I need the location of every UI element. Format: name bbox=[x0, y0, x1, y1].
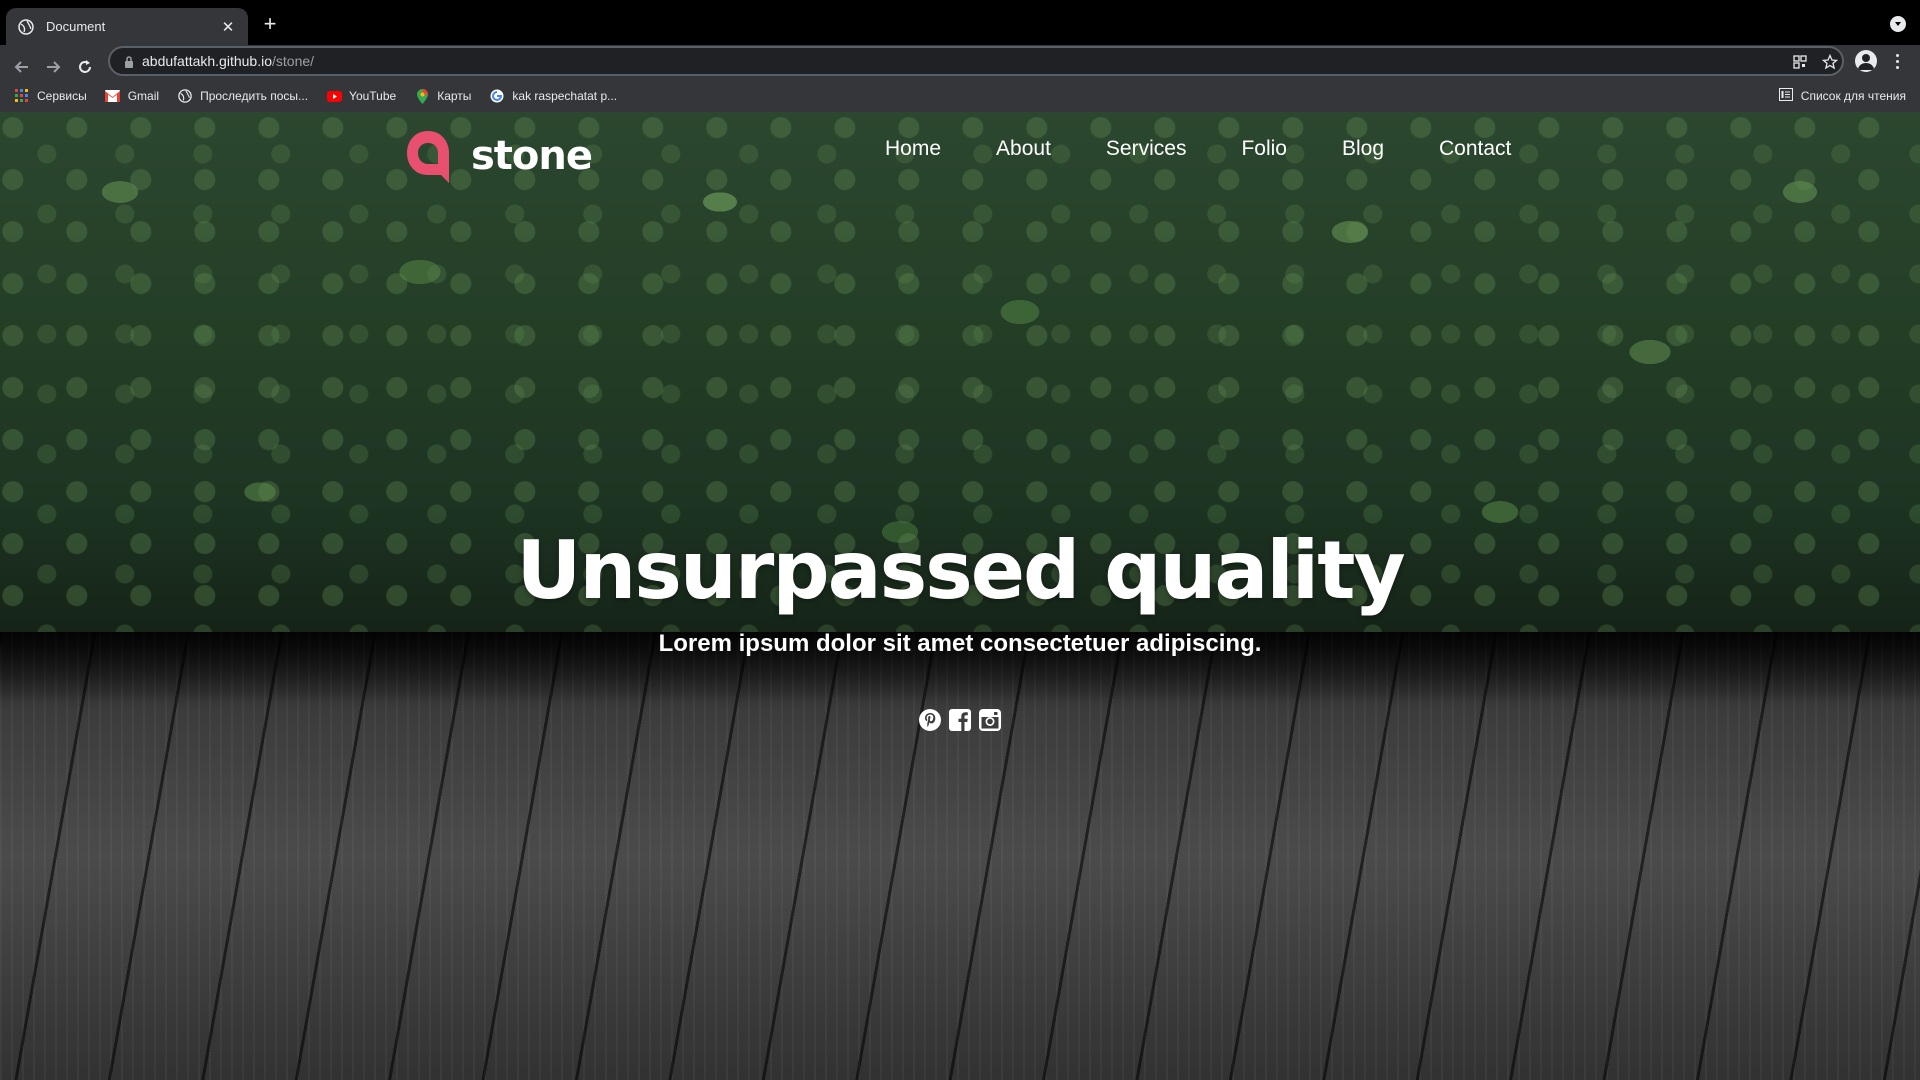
gmail-icon bbox=[105, 88, 121, 104]
reading-list-button[interactable]: Список для чтения bbox=[1778, 80, 1906, 112]
bookmark-services[interactable]: Сервисы bbox=[14, 88, 87, 104]
bookmark-label: Gmail bbox=[127, 89, 160, 103]
reading-list-label: Список для чтения bbox=[1800, 89, 1906, 103]
bookmark-star-icon[interactable] bbox=[1821, 53, 1839, 70]
bookmark-tracking[interactable]: Проследить посы... bbox=[177, 88, 308, 104]
nav-folio[interactable]: Folio bbox=[1241, 137, 1287, 161]
hero-subline: Lorem ipsum dolor sit amet consectetuer … bbox=[658, 630, 1262, 657]
logo-mark-icon bbox=[407, 131, 449, 183]
globe-icon bbox=[177, 88, 193, 104]
reload-icon bbox=[79, 60, 91, 73]
instagram-icon[interactable] bbox=[978, 708, 1002, 732]
new-tab-button[interactable]: + bbox=[258, 12, 282, 36]
site-logo[interactable]: stone bbox=[403, 127, 593, 185]
pinterest-icon[interactable] bbox=[918, 708, 942, 732]
social-links bbox=[918, 708, 1002, 732]
tab-title: Document bbox=[46, 19, 106, 34]
main-nav: Home About Services Folio Blog Contact bbox=[885, 137, 1511, 161]
profile-avatar-icon[interactable] bbox=[1855, 50, 1877, 72]
address-text: abdufattakh.github.io/stone/ bbox=[142, 53, 315, 69]
bookmark-label: kak raspechatat p... bbox=[512, 89, 618, 103]
nav-services[interactable]: Services bbox=[1106, 137, 1187, 161]
tab-strip: Document ✕ + bbox=[0, 0, 1920, 45]
bookmark-gmail[interactable]: Gmail bbox=[105, 88, 159, 104]
tab-search-button[interactable] bbox=[1890, 16, 1906, 32]
qr-code-icon[interactable] bbox=[1792, 54, 1808, 70]
back-arrow-icon bbox=[14, 61, 28, 73]
nav-home[interactable]: Home bbox=[885, 137, 941, 161]
reading-list-icon bbox=[1778, 88, 1793, 104]
maps-pin-icon bbox=[414, 88, 430, 104]
browser-tab[interactable]: Document ✕ bbox=[6, 8, 248, 45]
nav-contact[interactable]: Contact bbox=[1439, 137, 1511, 161]
google-icon bbox=[489, 88, 505, 104]
nav-blog[interactable]: Blog bbox=[1342, 137, 1384, 161]
apps-grid-icon bbox=[14, 88, 30, 104]
bookmark-maps[interactable]: Карты bbox=[414, 88, 471, 104]
lock-icon bbox=[124, 55, 134, 73]
nav-about[interactable]: About bbox=[996, 137, 1051, 161]
bookmark-label: Сервисы bbox=[37, 89, 87, 103]
back-button[interactable] bbox=[12, 57, 32, 77]
bookmarks-bar: Сервисы Gmail Проследить посы... YouTube… bbox=[0, 80, 1920, 112]
hero-section: stone Home About Services Folio Blog Con… bbox=[0, 112, 1920, 1080]
facebook-icon[interactable] bbox=[948, 708, 972, 732]
forward-button[interactable] bbox=[43, 57, 63, 77]
close-tab-icon[interactable]: ✕ bbox=[220, 18, 236, 36]
hero-headline: Unsurpassed quality bbox=[516, 524, 1405, 617]
bookmark-label: Проследить посы... bbox=[200, 89, 309, 103]
reload-button[interactable] bbox=[75, 57, 95, 77]
address-bar[interactable]: abdufattakh.github.io/stone/ bbox=[108, 46, 1844, 76]
bookmark-youtube[interactable]: YouTube bbox=[326, 88, 396, 104]
globe-icon bbox=[18, 18, 34, 35]
browser-menu-icon[interactable] bbox=[1890, 50, 1904, 72]
bookmark-label: Карты bbox=[437, 89, 472, 103]
bookmark-google-search[interactable]: kak raspechatat p... bbox=[489, 88, 617, 104]
bookmark-label: YouTube bbox=[349, 89, 397, 103]
logo-text: stone bbox=[471, 133, 593, 179]
youtube-icon bbox=[326, 88, 342, 104]
forward-arrow-icon bbox=[47, 61, 61, 73]
chevron-down-icon bbox=[1895, 22, 1901, 26]
